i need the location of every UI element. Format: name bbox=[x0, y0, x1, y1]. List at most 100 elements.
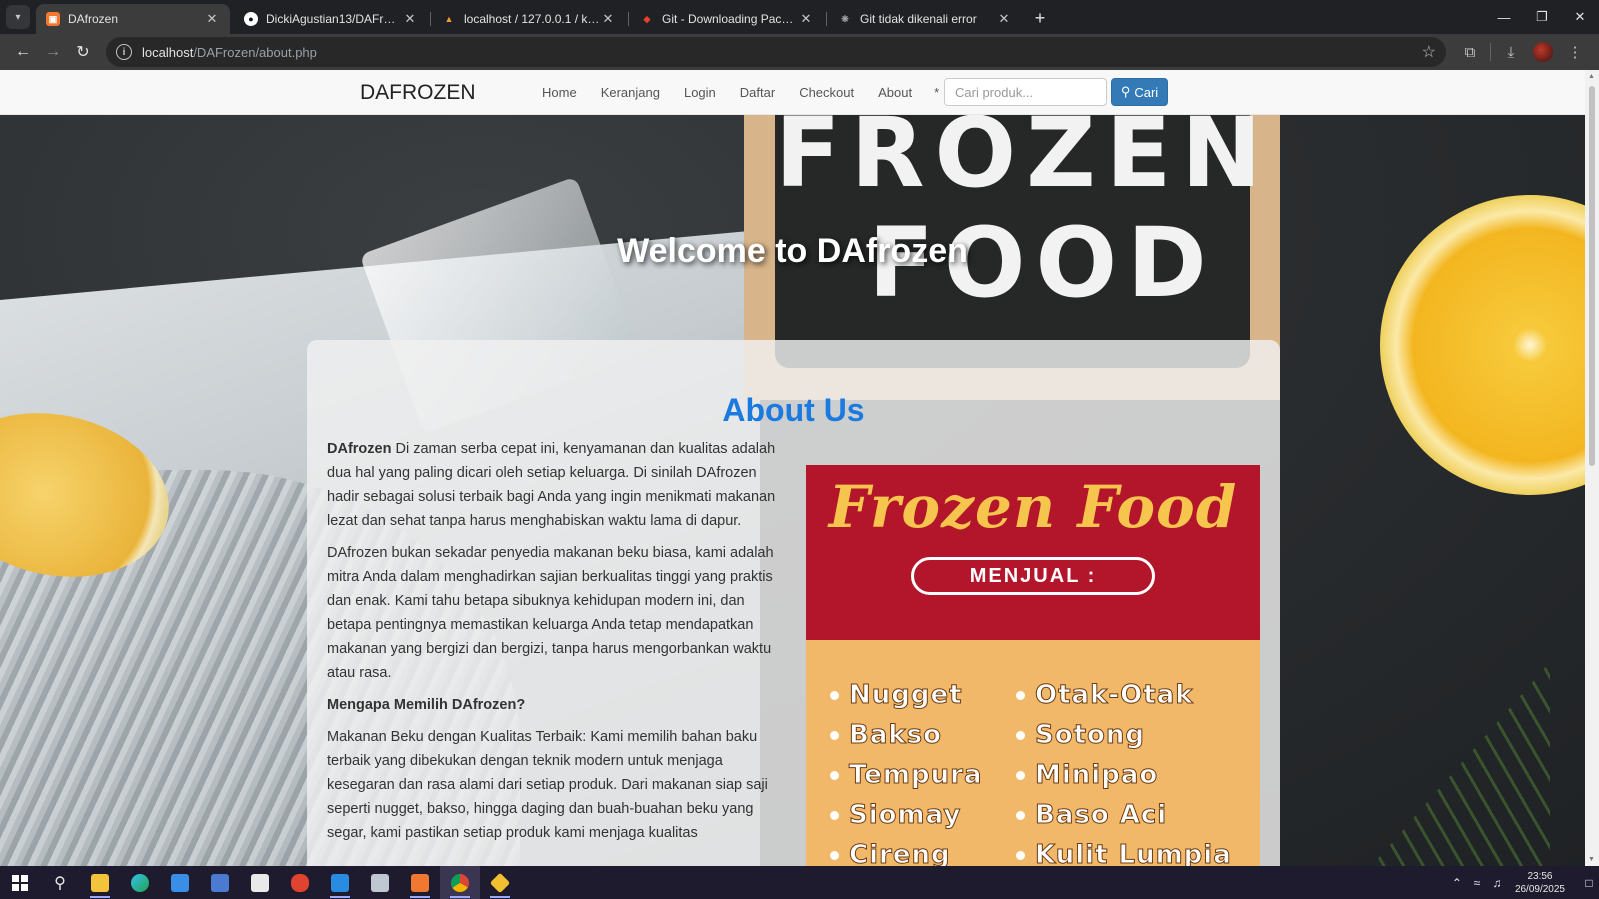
about-subheading: Mengapa Memilih DAfrozen? bbox=[327, 697, 526, 713]
browser-toolbar: ← → ↻ i localhost/DAFrozen/about.php ☆ ⧉… bbox=[0, 34, 1599, 70]
poster-item: Sotong bbox=[1016, 715, 1232, 755]
nav-keranjang[interactable]: Keranjang bbox=[589, 85, 672, 100]
nav-home[interactable]: Home bbox=[530, 85, 589, 100]
nav-login[interactable]: Login bbox=[672, 85, 728, 100]
close-tab-icon[interactable]: ✕ bbox=[600, 11, 616, 27]
clock-date: 26/09/2025 bbox=[1514, 883, 1565, 895]
poster-item: Cireng bbox=[830, 835, 983, 867]
address-bar[interactable]: i localhost/DAFrozen/about.php ☆ bbox=[106, 37, 1446, 67]
scroll-down-icon[interactable]: ▼ bbox=[1588, 856, 1595, 863]
notepad-icon[interactable] bbox=[360, 866, 400, 899]
search-icon: ⚲ bbox=[1120, 84, 1131, 99]
close-tab-icon[interactable]: ✕ bbox=[204, 11, 220, 27]
profile-avatar[interactable] bbox=[1527, 37, 1559, 67]
poster-item: Kulit Lumpia bbox=[1016, 835, 1232, 867]
tab-git-download[interactable]: ◆ Git - Downloading Package ✕ bbox=[630, 4, 827, 34]
scroll-thumb[interactable] bbox=[1589, 86, 1595, 466]
close-tab-icon[interactable]: ✕ bbox=[798, 11, 814, 27]
edge-icon[interactable] bbox=[120, 866, 160, 899]
system-tray: ⌃ ≈ ♫ 23:56 26/09/2025 □ bbox=[1447, 866, 1599, 899]
phpmyadmin-favicon-icon: ▲ bbox=[444, 14, 454, 24]
nav-about[interactable]: About bbox=[866, 85, 924, 100]
frozen-food-poster: Frozen Food MENJUAL : Nugget Bakso Tempu… bbox=[806, 465, 1260, 866]
search-button[interactable]: ⚲ Cari bbox=[1111, 78, 1168, 106]
menu-kebab-icon[interactable]: ⋮ bbox=[1559, 37, 1591, 67]
git-favicon-icon: ◆ bbox=[643, 13, 651, 24]
tab-title: DickiAgustian13/DAFrozen bbox=[266, 12, 402, 26]
site-info-icon[interactable]: i bbox=[116, 44, 132, 60]
store-icon[interactable] bbox=[160, 866, 200, 899]
github-favicon-icon: ● bbox=[244, 12, 258, 26]
game-icon[interactable] bbox=[280, 866, 320, 899]
back-arrow-icon[interactable]: ← bbox=[8, 37, 38, 67]
tray-chevron-icon[interactable]: ⌃ bbox=[1447, 876, 1467, 890]
close-tab-icon[interactable]: ✕ bbox=[996, 11, 1012, 27]
notification-icon[interactable]: □ bbox=[1579, 876, 1599, 890]
search-icon[interactable]: ⚲ bbox=[40, 866, 80, 899]
wifi-icon[interactable]: ≈ bbox=[1467, 876, 1487, 890]
about-paragraph-2: DAfrozen bukan sekadar penyedia makanan … bbox=[327, 545, 774, 681]
reload-icon[interactable]: ↻ bbox=[68, 37, 98, 67]
forward-arrow-icon[interactable]: → bbox=[38, 37, 68, 67]
restore-icon[interactable]: ❐ bbox=[1523, 0, 1561, 34]
window-controls: — ❐ ✕ bbox=[1485, 0, 1599, 34]
new-tab-button[interactable]: + bbox=[1026, 4, 1054, 32]
poster-list-left: Nugget Bakso Tempura Siomay Cireng bbox=[830, 675, 983, 867]
nav-links: Home Keranjang Login Daftar Checkout Abo… bbox=[530, 70, 949, 115]
tab-search-button[interactable]: ▾ bbox=[6, 5, 30, 29]
page-scrollbar[interactable]: ▲ ▼ bbox=[1585, 70, 1599, 866]
site-brand[interactable]: DAFROZEN bbox=[360, 70, 476, 115]
about-paragraph-1: DAfrozen Di zaman serba cepat ini, kenya… bbox=[327, 441, 776, 529]
page-viewport: FROZEN FOOD DAFROZEN Home Keranjang Logi… bbox=[0, 70, 1599, 866]
search-button-label: Cari bbox=[1134, 84, 1159, 100]
poster-badge: MENJUAL : bbox=[911, 557, 1155, 595]
clock-time: 23:56 bbox=[1527, 870, 1553, 882]
bookmark-star-icon[interactable]: ☆ bbox=[1422, 42, 1436, 62]
nav-daftar[interactable]: Daftar bbox=[728, 85, 787, 100]
tab-phpmyadmin[interactable]: ▲ localhost / 127.0.0.1 / ksfrozen ✕ bbox=[432, 4, 629, 34]
chrome-icon[interactable] bbox=[440, 866, 480, 899]
tab-dafrozen[interactable]: ▣ DAfrozen ✕ bbox=[36, 4, 230, 34]
tab-title: DAfrozen bbox=[68, 12, 119, 26]
poster-title: Frozen Food bbox=[828, 473, 1238, 541]
extensions-icon[interactable]: ⧉ bbox=[1454, 37, 1486, 67]
office-icon[interactable] bbox=[240, 866, 280, 899]
chatgpt-favicon-icon: ❋ bbox=[841, 13, 849, 24]
xampp-icon[interactable] bbox=[400, 866, 440, 899]
about-paragraph-3: Makanan Beku dengan Kualitas Terbaik: Ka… bbox=[327, 729, 768, 841]
close-window-icon[interactable]: ✕ bbox=[1561, 0, 1599, 34]
volume-icon[interactable]: ♫ bbox=[1487, 876, 1507, 890]
download-icon[interactable]: ⤓ bbox=[1495, 37, 1527, 67]
tab-github[interactable]: ● DickiAgustian13/DAFrozen ✕ bbox=[234, 4, 431, 34]
hero-title: Welcome to DAfrozen bbox=[617, 232, 968, 270]
windows-start-icon[interactable] bbox=[0, 866, 40, 899]
tab-git-error[interactable]: ❋ Git tidak dikenali error ✕ bbox=[828, 4, 1022, 34]
poster-item: Nugget bbox=[830, 675, 983, 715]
minimize-icon[interactable]: — bbox=[1485, 0, 1523, 34]
file-explorer-icon[interactable] bbox=[80, 866, 120, 899]
tab-strip: ▾ ▣ DAfrozen ✕ ● DickiAgustian13/DAFroze… bbox=[0, 0, 1599, 34]
poster-item: Minipao bbox=[1016, 755, 1232, 795]
windows-taskbar: ⚲ ⌃ ≈ ♫ 23:56 26/09/2025 □ bbox=[0, 866, 1599, 899]
nav-checkout[interactable]: Checkout bbox=[787, 85, 866, 100]
xampp-favicon-icon: ▣ bbox=[46, 12, 60, 26]
about-text: DAfrozen Di zaman serba cepat ini, kenya… bbox=[327, 437, 787, 853]
scroll-up-icon[interactable]: ▲ bbox=[1588, 73, 1595, 80]
calculator-icon[interactable] bbox=[200, 866, 240, 899]
about-heading: About Us bbox=[722, 392, 865, 428]
poster-item: Bakso bbox=[830, 715, 983, 755]
tab-title: Git - Downloading Package bbox=[662, 12, 798, 26]
site-navbar: DAFROZEN Home Keranjang Login Daftar Che… bbox=[0, 70, 1585, 115]
poster-item: Tempura bbox=[830, 755, 983, 795]
poster-item: Siomay bbox=[830, 795, 983, 835]
tab-title: localhost / 127.0.0.1 / ksfrozen bbox=[464, 12, 600, 26]
poster-item: Otak-Otak bbox=[1016, 675, 1232, 715]
url-path: /DAFrozen/about.php bbox=[193, 44, 317, 60]
poster-item: Baso Aci bbox=[1016, 795, 1232, 835]
clock[interactable]: 23:56 26/09/2025 bbox=[1515, 870, 1565, 896]
git-icon[interactable] bbox=[480, 866, 520, 899]
poster-list-right: Otak-Otak Sotong Minipao Baso Aci Kulit … bbox=[1016, 675, 1232, 867]
close-tab-icon[interactable]: ✕ bbox=[402, 11, 418, 27]
search-input[interactable] bbox=[944, 78, 1107, 106]
vscode-icon[interactable] bbox=[320, 866, 360, 899]
